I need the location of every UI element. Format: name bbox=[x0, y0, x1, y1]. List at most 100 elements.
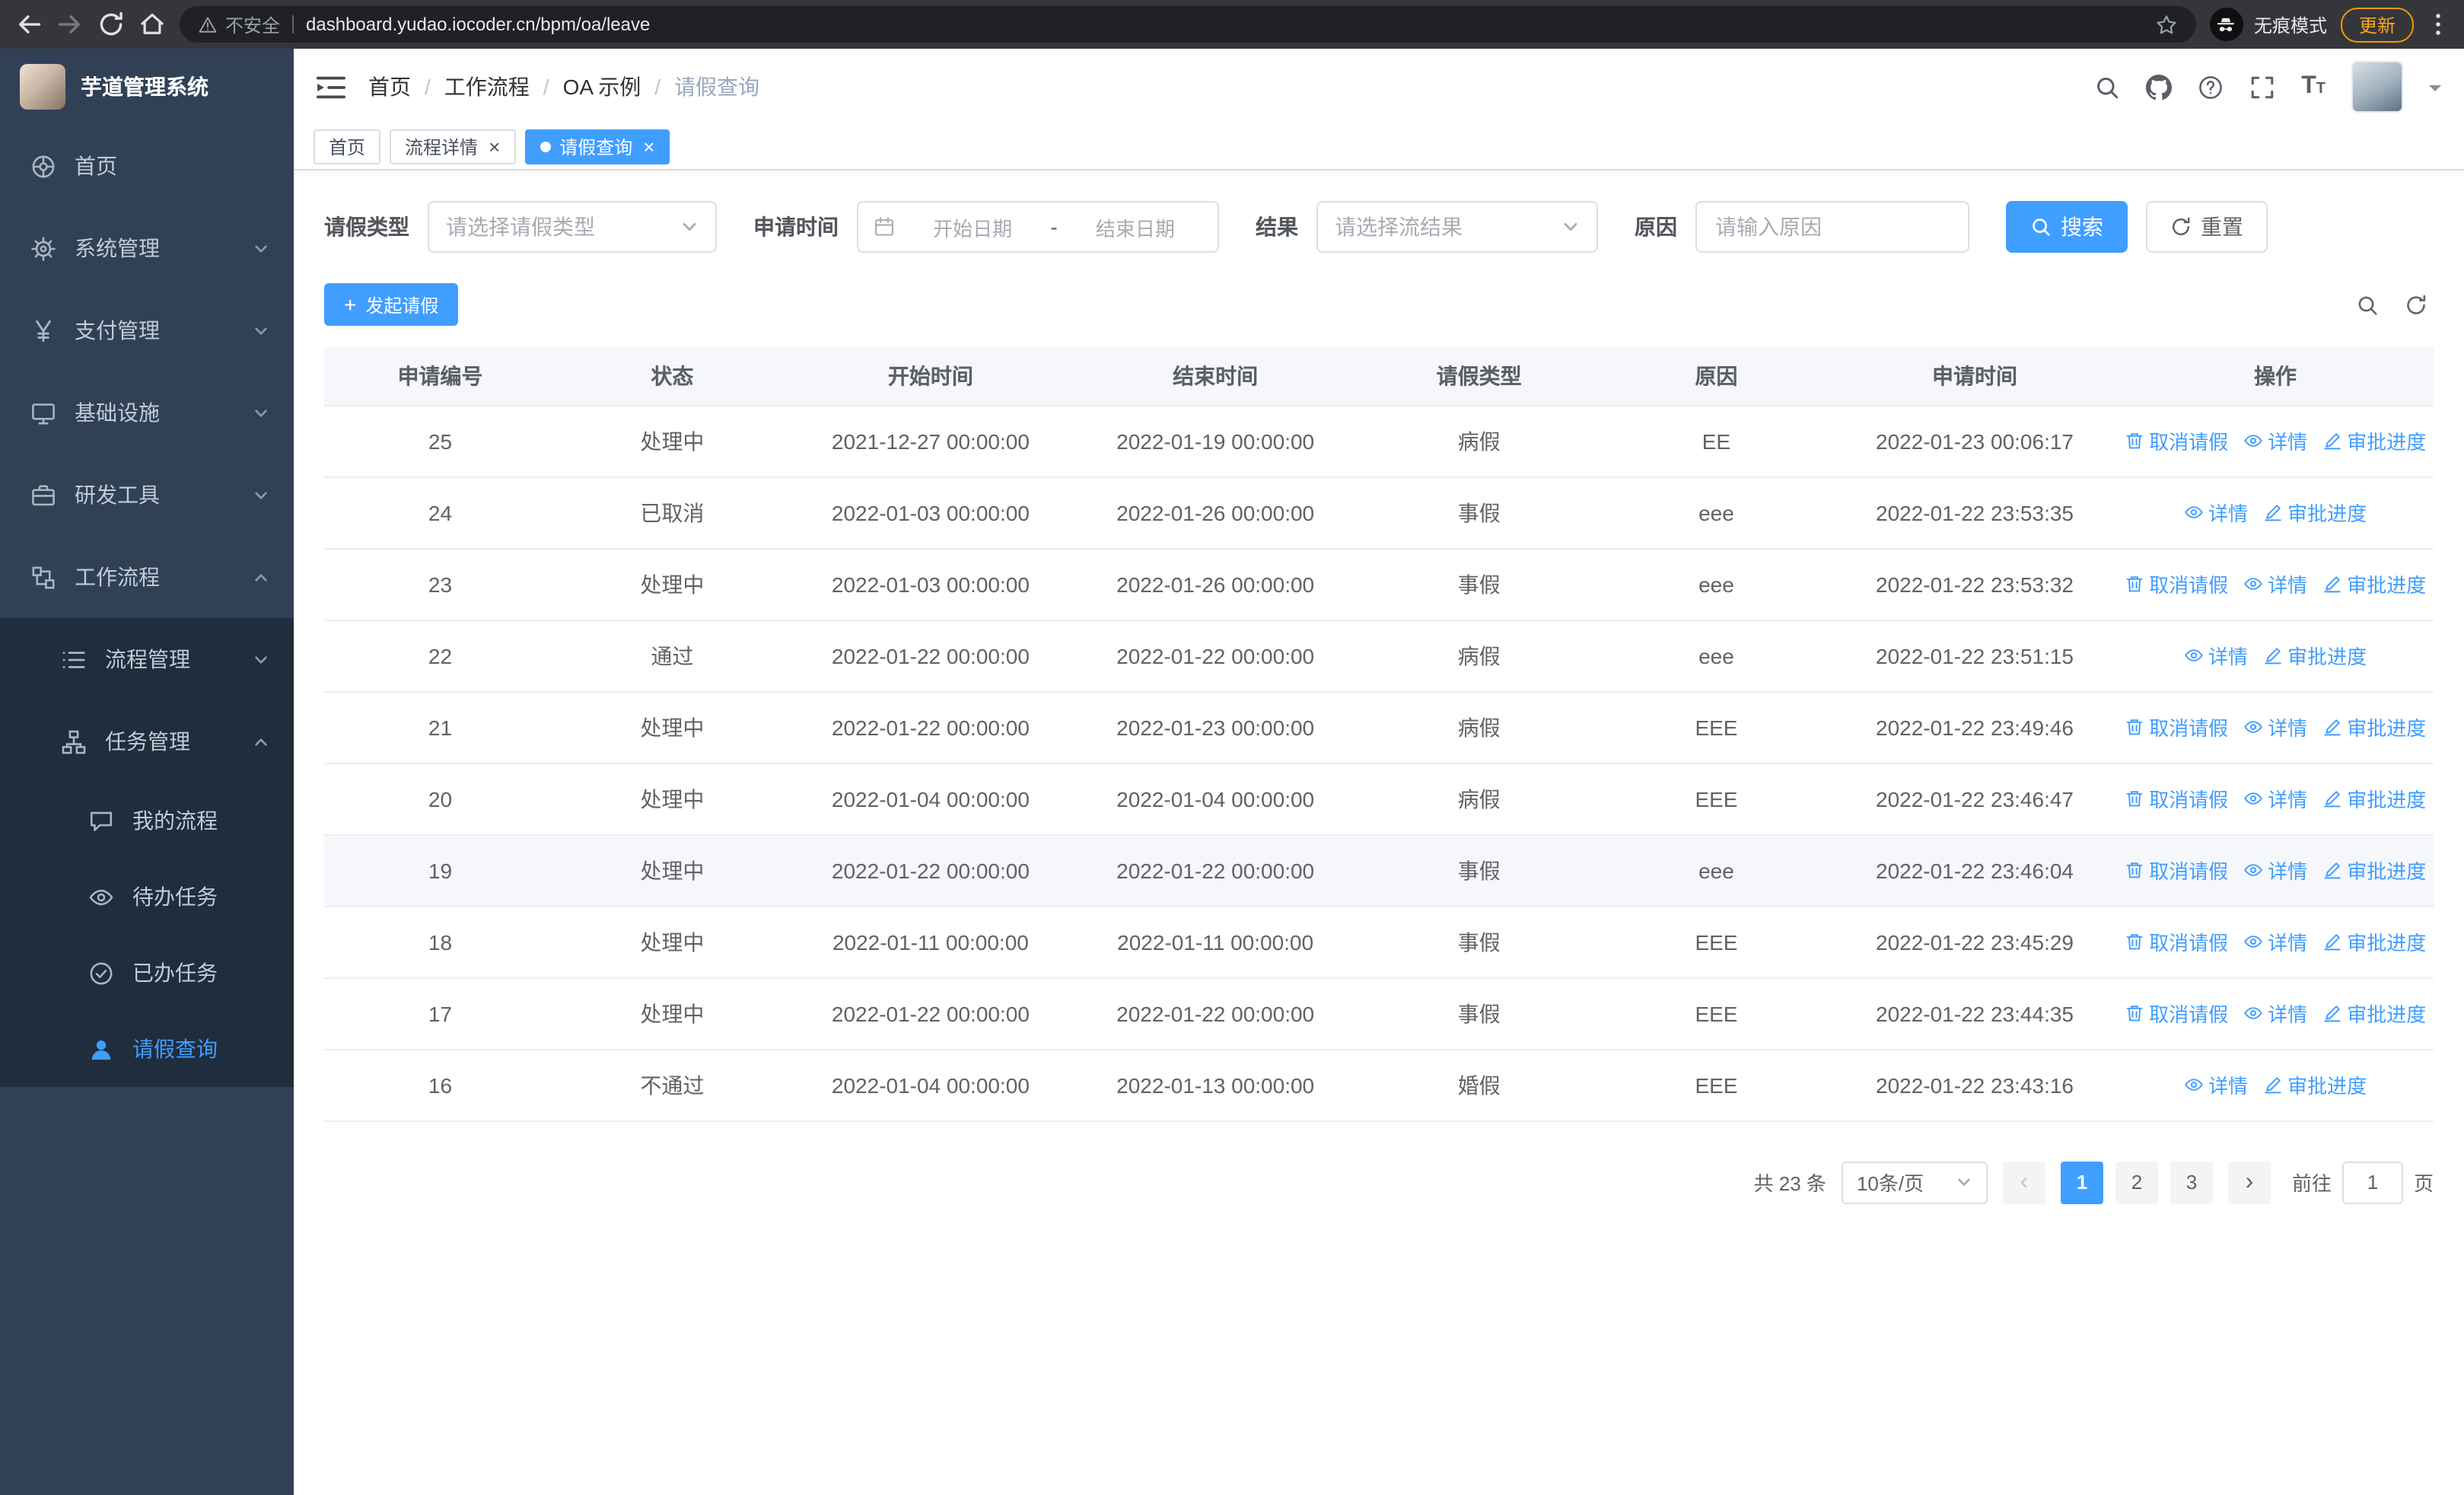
sidebar-item-5[interactable]: 工作流程 bbox=[0, 536, 294, 618]
progress-link[interactable]: 审批进度 bbox=[2322, 426, 2426, 455]
breadcrumb-item-1[interactable]: 工作流程 bbox=[444, 72, 530, 102]
screen: 不安全 dashboard.yudao.iocoder.cn/bpm/oa/le… bbox=[0, 0, 2464, 1495]
search-icon[interactable] bbox=[2094, 74, 2120, 100]
detail-link[interactable]: 详情 bbox=[2243, 712, 2307, 741]
progress-link[interactable]: 审批进度 bbox=[2322, 999, 2426, 1028]
detail-link[interactable]: 详情 bbox=[2184, 1070, 2248, 1099]
reset-button[interactable]: 重置 bbox=[2146, 201, 2268, 253]
detail-link[interactable]: 详情 bbox=[2243, 569, 2307, 598]
detail-link[interactable]: 详情 bbox=[2184, 498, 2248, 527]
github-icon[interactable] bbox=[2146, 74, 2173, 100]
progress-link[interactable]: 审批进度 bbox=[2263, 641, 2367, 670]
prev-page-button[interactable]: ‹ bbox=[2002, 1161, 2045, 1203]
cell-operations: 取消请假 详情 审批进度 bbox=[2117, 977, 2434, 1050]
detail-link[interactable]: 详情 bbox=[2243, 999, 2307, 1028]
sidebar-item-4[interactable]: 研发工具 bbox=[0, 454, 294, 536]
cancel-link[interactable]: 取消请假 bbox=[2125, 712, 2228, 741]
font-size-icon[interactable]: TT bbox=[2301, 74, 2326, 99]
detail-link[interactable]: 详情 bbox=[2243, 426, 2307, 455]
address-bar[interactable]: 不安全 dashboard.yudao.iocoder.cn/bpm/oa/le… bbox=[180, 6, 2196, 43]
search-toggle-icon[interactable] bbox=[2356, 293, 2379, 316]
reason-input[interactable] bbox=[1695, 201, 1969, 253]
cancel-link[interactable]: 取消请假 bbox=[2125, 856, 2228, 885]
end-date-input[interactable]: 结束日期 bbox=[1068, 212, 1202, 241]
security-status[interactable]: 不安全 bbox=[198, 11, 280, 37]
sidebar-item-2[interactable]: 支付管理 bbox=[0, 289, 294, 371]
update-button[interactable]: 更新 bbox=[2340, 7, 2414, 42]
sidebar-item-11[interactable]: 请假查询 bbox=[0, 1011, 294, 1087]
cancel-link[interactable]: 取消请假 bbox=[2125, 784, 2228, 813]
progress-link[interactable]: 审批进度 bbox=[2322, 784, 2426, 813]
result-select[interactable]: 请选择流结果 bbox=[1316, 201, 1598, 253]
user-avatar[interactable] bbox=[2351, 61, 2403, 113]
progress-link[interactable]: 审批进度 bbox=[2322, 569, 2426, 598]
cell-leave-type: 病假 bbox=[1358, 763, 1600, 835]
cancel-link[interactable]: 取消请假 bbox=[2125, 426, 2228, 455]
cancel-link[interactable]: 取消请假 bbox=[2125, 999, 2228, 1028]
cancel-link[interactable]: 取消请假 bbox=[2125, 569, 2228, 598]
browser-menu-icon[interactable] bbox=[2427, 12, 2449, 37]
tab-2[interactable]: 请假查询 × bbox=[524, 129, 670, 164]
search-button[interactable]: 搜索 bbox=[2006, 201, 2128, 253]
sidebar-item-0[interactable]: 首页 bbox=[0, 125, 294, 207]
breadcrumb-item-0[interactable]: 首页 bbox=[368, 72, 411, 102]
breadcrumb-item-2[interactable]: OA 示例 bbox=[563, 72, 641, 102]
app-logo[interactable]: 芋道管理系统 bbox=[0, 49, 294, 125]
eye-icon bbox=[2243, 789, 2263, 808]
goto-page-input[interactable] bbox=[2341, 1161, 2403, 1203]
cell-end-time: 2022-01-19 00:00:00 bbox=[1073, 405, 1358, 477]
sidebar-item-9[interactable]: 待办任务 bbox=[0, 859, 294, 935]
cell-leave-type: 事假 bbox=[1358, 548, 1600, 620]
cell-apply-no: 23 bbox=[324, 548, 556, 620]
cell-leave-type: 事假 bbox=[1358, 477, 1600, 549]
sidebar-menu: 首页 系统管理 支付管理 基础设施 研发工具 工作流程 流程管理 任务管理 我的流程 待办任务 已办… bbox=[0, 125, 294, 1495]
progress-link[interactable]: 审批进度 bbox=[2322, 712, 2426, 741]
sidebar-item-3[interactable]: 基础设施 bbox=[0, 371, 294, 454]
chevron-down-icon[interactable] bbox=[2429, 85, 2441, 97]
sidebar-item-1[interactable]: 系统管理 bbox=[0, 207, 294, 289]
page-button-3[interactable]: 3 bbox=[2170, 1161, 2213, 1203]
progress-link[interactable]: 审批进度 bbox=[2263, 1070, 2367, 1099]
close-icon[interactable]: × bbox=[643, 137, 654, 157]
sidebar-item-10[interactable]: 已办任务 bbox=[0, 935, 294, 1011]
tab-1[interactable]: 流程详情 × bbox=[390, 129, 516, 164]
detail-link[interactable]: 详情 bbox=[2243, 927, 2307, 956]
close-icon[interactable]: × bbox=[489, 137, 500, 157]
detail-link[interactable]: 详情 bbox=[2243, 856, 2307, 885]
next-page-button[interactable]: › bbox=[2227, 1161, 2271, 1203]
refresh-table-icon[interactable] bbox=[2405, 293, 2427, 316]
warning-icon bbox=[198, 14, 218, 34]
tab-0[interactable]: 首页 bbox=[314, 129, 381, 164]
incognito-indicator: 无痕模式 bbox=[2209, 8, 2327, 41]
progress-link[interactable]: 审批进度 bbox=[2263, 498, 2367, 527]
browser-back-icon[interactable] bbox=[15, 11, 43, 38]
cell-apply-time: 2022-01-22 23:44:35 bbox=[1832, 977, 2118, 1050]
page-button-1[interactable]: 1 bbox=[2060, 1161, 2103, 1203]
apply-time-range-picker[interactable]: 开始日期 - 结束日期 bbox=[857, 201, 1219, 253]
progress-label: 审批进度 bbox=[2287, 502, 2367, 525]
create-leave-button[interactable]: + 发起请假 bbox=[324, 283, 459, 326]
pagination: 共 23 条 10条/页 ‹ 123 › 前往 页 bbox=[324, 1161, 2434, 1203]
page-button-2[interactable]: 2 bbox=[2115, 1161, 2158, 1203]
browser-home-icon[interactable] bbox=[138, 11, 166, 38]
fullscreen-icon[interactable] bbox=[2249, 74, 2275, 100]
browser-refresh-icon[interactable] bbox=[97, 11, 125, 38]
sidebar-item-8[interactable]: 我的流程 bbox=[0, 783, 294, 859]
sidebar-item-6[interactable]: 流程管理 bbox=[0, 618, 294, 700]
page-size-select[interactable]: 10条/页 bbox=[1841, 1161, 1988, 1203]
start-date-input[interactable]: 开始日期 bbox=[906, 212, 1039, 241]
cell-start-time: 2022-01-22 00:00:00 bbox=[788, 834, 1074, 907]
browser-forward-icon[interactable] bbox=[56, 11, 84, 38]
progress-link[interactable]: 审批进度 bbox=[2322, 927, 2426, 956]
detail-link[interactable]: 详情 bbox=[2184, 641, 2248, 670]
url-text[interactable]: dashboard.yudao.iocoder.cn/bpm/oa/leave bbox=[306, 14, 2143, 35]
progress-link[interactable]: 审批进度 bbox=[2322, 856, 2426, 885]
detail-link[interactable]: 详情 bbox=[2243, 784, 2307, 813]
leave-type-select[interactable]: 请选择请假类型 bbox=[428, 201, 717, 253]
cancel-link[interactable]: 取消请假 bbox=[2125, 927, 2228, 956]
sidebar-collapse-icon[interactable] bbox=[317, 74, 345, 100]
bookmark-star-icon[interactable] bbox=[2155, 13, 2178, 36]
sidebar-item-7[interactable]: 任务管理 bbox=[0, 700, 294, 783]
cell-status: 处理中 bbox=[556, 691, 788, 763]
help-icon[interactable] bbox=[2198, 74, 2224, 100]
